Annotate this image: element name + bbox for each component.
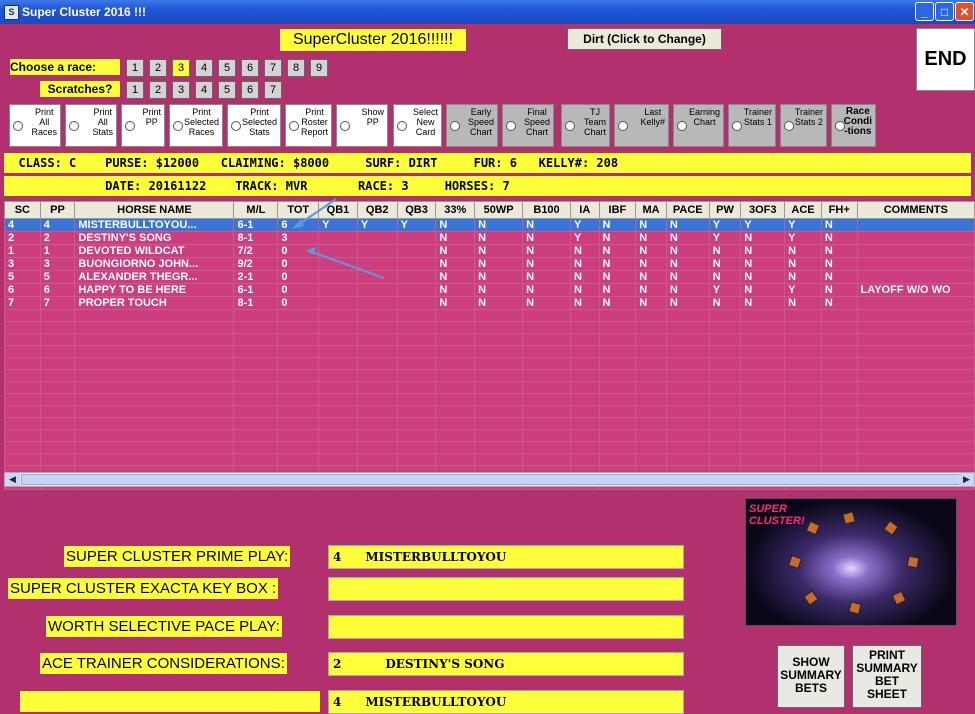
pace-play-label: WORTH SELECTIVE PACE PLAY: xyxy=(46,616,282,637)
prime-play-pp: 4 xyxy=(333,550,342,564)
bottom-play-field[interactable]: 4 MISTERBULLTOYOU xyxy=(328,690,684,714)
super-cluster-logo: SUPER CLUSTER! xyxy=(745,498,957,626)
exacta-key-box-label: SUPER CLUSTER EXACTA KEY BOX : xyxy=(8,578,279,599)
pace-play-field[interactable] xyxy=(328,615,684,639)
ace-trainer-label: ACE TRAINER CONSIDERATIONS: xyxy=(40,653,287,674)
exacta-key-box-field[interactable] xyxy=(328,577,684,601)
show-summary-bets-button[interactable]: SHOW SUMMARY BETS xyxy=(777,645,845,708)
ace-trainer-pp: 2 xyxy=(333,657,342,671)
prime-play-field[interactable]: 4 MISTERBULLTOYOU xyxy=(328,545,684,569)
ace-trainer-field[interactable]: 2 DESTINY'S SONG xyxy=(328,652,684,676)
galaxy-horses-icon xyxy=(787,511,920,615)
ace-trainer-horse: DESTINY'S SONG xyxy=(385,657,505,671)
scroll-right-icon[interactable]: ▶ xyxy=(959,473,974,486)
prime-play-horse: MISTERBULLTOYOU xyxy=(365,550,507,564)
bottom-play-label xyxy=(20,691,320,712)
bottom-play-pp: 4 xyxy=(333,695,342,709)
scroll-thumb[interactable] xyxy=(21,474,961,485)
bottom-play-horse: MISTERBULLTOYOU xyxy=(365,695,507,709)
grid-horizontal-scrollbar[interactable]: ◀ ▶ xyxy=(4,472,975,487)
print-summary-bet-sheet-button[interactable]: PRINT SUMMARY BET SHEET xyxy=(852,645,922,708)
prime-play-label: SUPER CLUSTER PRIME PLAY: xyxy=(64,546,291,567)
scroll-left-icon[interactable]: ◀ xyxy=(5,473,20,486)
